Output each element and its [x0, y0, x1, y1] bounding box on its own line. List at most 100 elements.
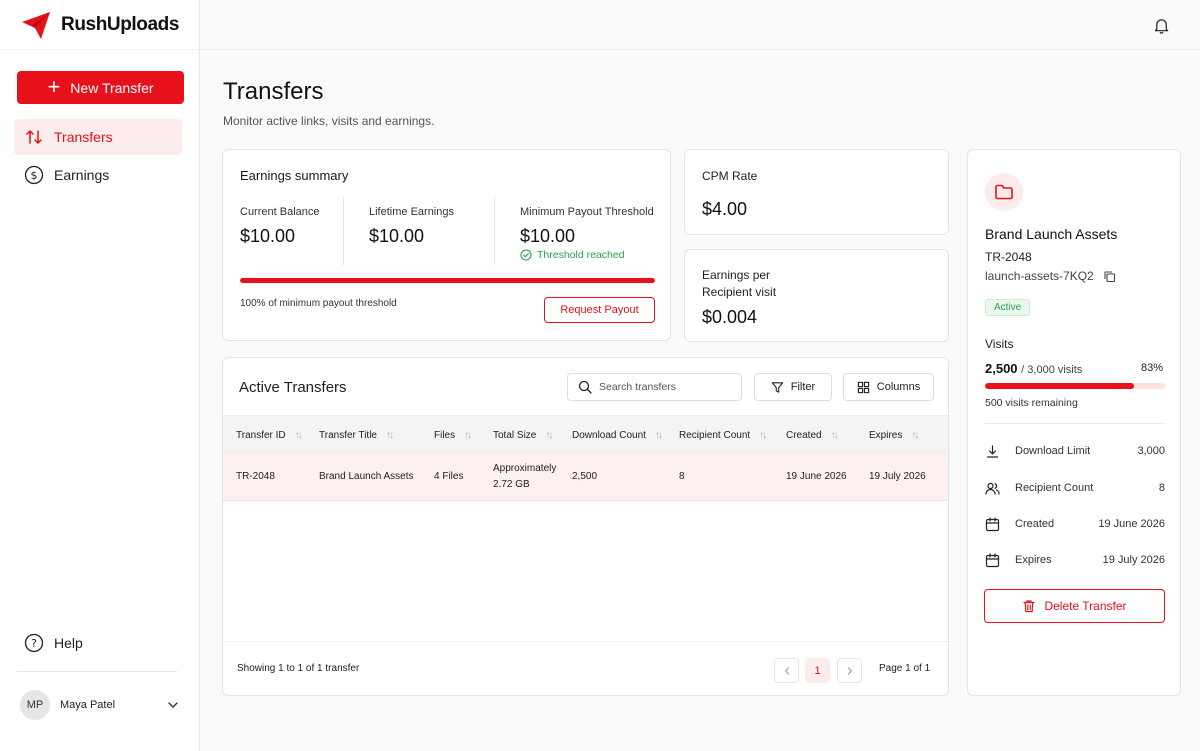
sort-icon[interactable]: ↑↓ [911, 430, 919, 441]
column-header-expires[interactable]: Expires ↑↓ [869, 416, 919, 454]
visits-count: 2,500 / 3,000 visits [985, 361, 1083, 376]
top-bar [200, 0, 1200, 50]
table-header: Transfer ID ↑↓ Transfer Title ↑↓ Files ↑↓ T… [223, 415, 948, 453]
column-header-transfer-id[interactable]: Transfer ID ↑↓ [236, 416, 303, 454]
dollar-circle-icon: $ [24, 165, 44, 185]
cpm-rate-card: CPM Rate $4.00 [684, 149, 949, 235]
column-header-created[interactable]: Created ↑↓ [786, 416, 839, 454]
user-menu[interactable]: MP Maya Patel [20, 690, 180, 720]
cell-recipient-count: 8 [679, 471, 685, 482]
bell-icon[interactable] [1153, 17, 1170, 34]
svg-text:?: ? [31, 637, 37, 650]
check-circle-icon [520, 249, 532, 261]
table-footer: Showing 1 to 1 of 1 transfer 1 Page 1 of… [223, 641, 948, 695]
divider [343, 197, 344, 265]
detail-row-created: Created 19 June 2026 [985, 514, 1165, 534]
avatar: MP [20, 690, 50, 720]
filter-button[interactable]: Filter [754, 373, 832, 401]
sort-icon[interactable]: ↑↓ [545, 430, 553, 441]
sort-icon[interactable]: ↑↓ [464, 430, 472, 441]
visits-progress-bar [985, 383, 1165, 389]
arrows-up-down-icon [26, 130, 42, 144]
columns-button[interactable]: Columns [843, 373, 934, 401]
sidebar-item-label: Earnings [54, 167, 110, 183]
transfer-id: TR-2048 [985, 250, 1032, 264]
prev-page-button[interactable] [774, 658, 799, 683]
visits-percent: 83% [1140, 362, 1163, 374]
calendar-icon [985, 552, 1000, 567]
sidebar-item-transfers[interactable]: Transfers [14, 119, 182, 155]
copy-icon[interactable] [1103, 270, 1116, 283]
lifetime-earnings-label: Lifetime Earnings [369, 206, 454, 218]
earnings-per-visit-label: Earnings per Recipient visit [702, 268, 777, 299]
column-header-files[interactable]: Files ↑↓ [434, 416, 472, 454]
payout-progress-text: 100% of minimum payout threshold [240, 298, 397, 309]
active-transfers-card: Active Transfers Filter Columns Transfer… [222, 357, 949, 696]
table-row[interactable]: TR-2048 Brand Launch Assets 4 Files Appr… [223, 453, 948, 501]
payout-threshold-value: $10.00 [520, 226, 576, 246]
earnings-per-visit-value: $0.004 [702, 307, 758, 327]
next-page-button[interactable] [837, 658, 862, 683]
page-title: Transfers [223, 78, 324, 105]
search-box[interactable] [567, 373, 742, 401]
page-number-button[interactable]: 1 [805, 658, 830, 683]
transfer-slug: launch-assets-7KQ2 [985, 269, 1116, 283]
sort-icon[interactable]: ↑↓ [295, 430, 303, 441]
earnings-summary-title: Earnings summary [240, 168, 349, 183]
request-payout-button[interactable]: Request Payout [544, 297, 655, 323]
active-transfers-title: Active Transfers [239, 379, 347, 396]
search-icon [578, 380, 592, 394]
cell-transfer-title: Brand Launch Assets [319, 471, 414, 482]
chevron-right-icon [847, 666, 852, 675]
help-circle-icon: ? [24, 633, 44, 653]
detail-row-download-limit: Download Limit 3,000 [985, 441, 1165, 461]
trash-icon [1023, 600, 1036, 613]
cell-download-count: 2,500 [572, 471, 598, 482]
earnings-per-visit-card: Earnings per Recipient visit $0.004 [684, 249, 949, 342]
paper-plane-logo-icon [22, 11, 50, 39]
current-balance-value: $10.00 [240, 226, 296, 246]
sidebar-divider [17, 671, 177, 672]
cell-expires: 19 July 2026 [869, 471, 926, 482]
chevron-left-icon [784, 666, 789, 675]
user-name: Maya Patel [60, 699, 116, 711]
column-header-transfer-title[interactable]: Transfer Title ↑↓ [319, 416, 394, 454]
column-header-total-size[interactable]: Total Size ↑↓ [493, 416, 553, 454]
sort-icon[interactable]: ↑↓ [759, 430, 767, 441]
sort-icon[interactable]: ↑↓ [386, 430, 394, 441]
cpm-rate-label: CPM Rate [702, 169, 758, 183]
delete-transfer-button[interactable]: Delete Transfer [984, 589, 1165, 623]
brand[interactable]: RushUploads [0, 0, 199, 50]
sort-icon[interactable]: ↑↓ [655, 430, 663, 441]
sidebar-item-earnings[interactable]: $ Earnings [14, 157, 182, 193]
download-icon [986, 444, 999, 458]
folder-icon [995, 184, 1013, 200]
sidebar-item-help[interactable]: ? Help [14, 625, 182, 661]
threshold-status-text: Threshold reached [537, 249, 625, 261]
new-transfer-button[interactable]: + New Transfer [17, 71, 184, 104]
chevron-down-icon[interactable] [166, 698, 180, 712]
cell-total-size: Approximately 2.72 GB [493, 463, 557, 490]
help-label: Help [54, 635, 83, 651]
column-header-recipient-count[interactable]: Recipient Count ↑↓ [679, 416, 767, 454]
cpm-rate-value: $4.00 [702, 199, 748, 219]
calendar-icon [985, 516, 1000, 531]
page-subtitle: Monitor active links, visits and earning… [223, 114, 435, 128]
detail-row-expires: Expires 19 July 2026 [985, 550, 1165, 570]
cell-transfer-id: TR-2048 [236, 471, 275, 482]
sort-icon[interactable]: ↑↓ [831, 430, 839, 441]
visits-remaining: 500 visits remaining [985, 397, 1078, 409]
visits-label: Visits [985, 337, 1014, 351]
visits-progress-fill [985, 383, 1135, 389]
divider [985, 423, 1165, 424]
payout-progress-fill [240, 278, 655, 283]
svg-text:$: $ [31, 169, 38, 182]
filter-icon [771, 381, 783, 393]
payout-progress-bar [240, 278, 655, 283]
column-header-download-count[interactable]: Download Count ↑↓ [572, 416, 663, 454]
sidebar-item-label: Transfers [54, 129, 113, 145]
columns-icon [857, 381, 869, 393]
search-input[interactable] [599, 381, 729, 393]
columns-label: Columns [876, 381, 921, 393]
transfer-title: Brand Launch Assets [985, 226, 1118, 242]
